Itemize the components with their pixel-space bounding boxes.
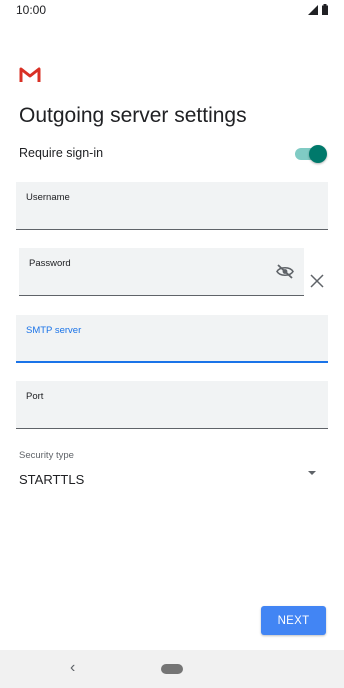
security-type-select[interactable]: STARTTLS — [19, 472, 84, 487]
dropdown-arrow-icon[interactable] — [306, 469, 318, 477]
gmail-logo — [19, 67, 41, 82]
toggle-thumb — [309, 145, 327, 163]
password-input[interactable] — [29, 274, 264, 292]
require-signin-toggle[interactable] — [295, 145, 327, 163]
status-bar: 10:00 — [0, 0, 344, 22]
username-input[interactable] — [26, 208, 318, 226]
signal-icon — [308, 4, 318, 15]
page-title: Outgoing server settings — [19, 104, 247, 127]
username-field[interactable]: Username — [16, 182, 328, 230]
status-icons — [308, 4, 328, 15]
require-signin-label: Require sign-in — [19, 146, 104, 160]
security-type-label: Security type — [19, 450, 74, 461]
home-pill-icon[interactable] — [161, 664, 183, 674]
password-label: Password — [29, 258, 71, 269]
clear-icon[interactable] — [309, 273, 325, 289]
smtp-server-input[interactable] — [26, 341, 318, 359]
username-label: Username — [26, 192, 70, 203]
port-field[interactable]: Port — [16, 381, 328, 429]
smtp-server-label: SMTP server — [26, 325, 82, 336]
status-time: 10:00 — [16, 3, 47, 17]
next-button[interactable]: NEXT — [261, 606, 326, 635]
battery-icon — [322, 4, 328, 15]
back-icon[interactable]: ‹ — [70, 659, 75, 677]
port-label: Port — [26, 391, 44, 402]
smtp-server-field[interactable]: SMTP server — [16, 315, 328, 363]
password-field[interactable]: Password — [19, 248, 304, 296]
port-input[interactable] — [26, 407, 318, 425]
eye-off-icon[interactable] — [276, 264, 294, 279]
navigation-bar: ‹ — [0, 650, 344, 688]
